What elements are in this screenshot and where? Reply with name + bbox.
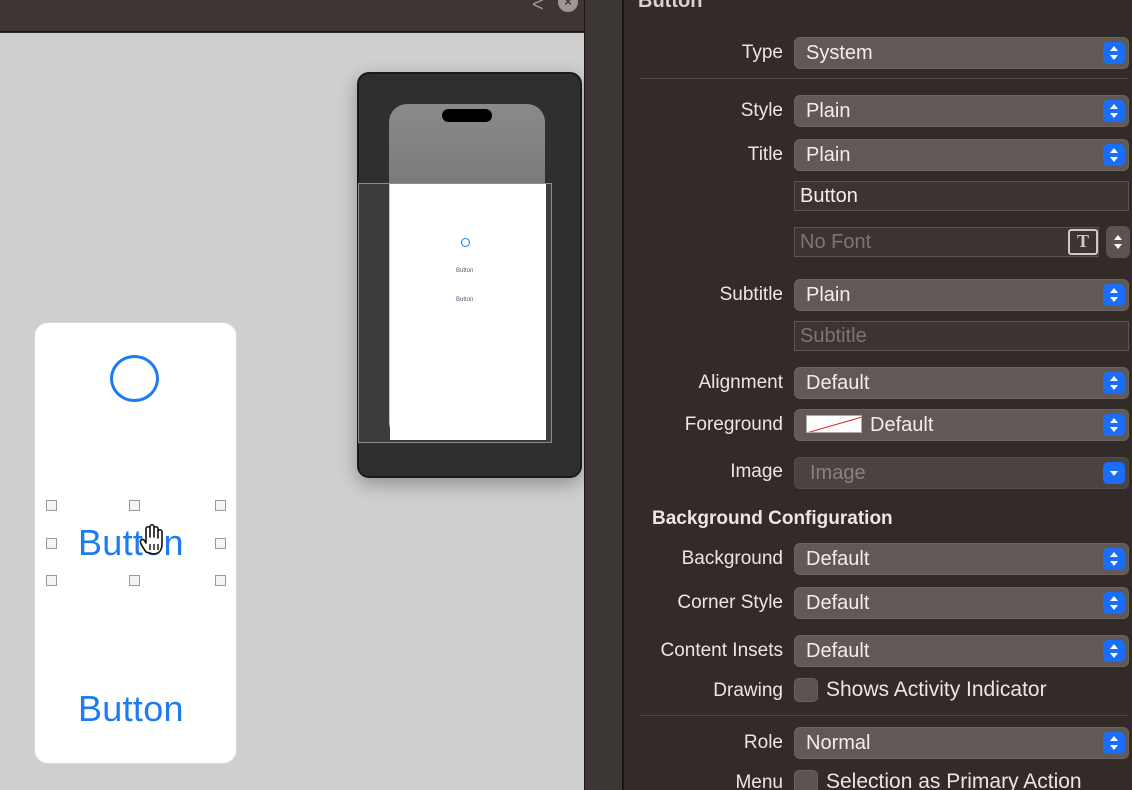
background-value: Default — [806, 548, 870, 570]
chevron-updown-icon — [1103, 592, 1125, 614]
content-insets-value: Default — [806, 640, 870, 662]
stepper-arrows-icon — [1107, 231, 1129, 253]
background-popup[interactable]: Default — [794, 543, 1129, 575]
background-configuration-heading: Background Configuration — [652, 508, 893, 529]
activity-indicator-label: Shows Activity Indicator — [826, 678, 1047, 701]
chevron-updown-icon — [1103, 732, 1125, 754]
image-popup[interactable]: Image — [794, 457, 1129, 489]
content-insets-label: Content Insets — [660, 640, 783, 661]
subtitle-value: Plain — [806, 284, 851, 306]
chevron-updown-icon — [1103, 414, 1125, 436]
resize-handle[interactable] — [215, 538, 226, 549]
content-insets-popup[interactable]: Default — [794, 635, 1129, 667]
subtitle-popup[interactable]: Plain — [794, 279, 1129, 311]
corner-style-label: Corner Style — [677, 592, 783, 613]
second-button[interactable]: Button — [78, 688, 184, 730]
split-divider[interactable] — [584, 0, 622, 790]
activity-indicator-checkbox[interactable] — [794, 678, 818, 702]
resize-handle[interactable] — [46, 500, 57, 511]
subtitle-text-field[interactable]: Subtitle — [794, 321, 1129, 351]
resize-handle[interactable] — [129, 500, 140, 511]
chevron-updown-icon — [1103, 100, 1125, 122]
menu-label: Menu — [735, 772, 783, 790]
chevron-updown-icon — [1103, 640, 1125, 662]
chevron-down-icon — [1103, 462, 1125, 484]
alignment-popup[interactable]: Default — [794, 367, 1129, 399]
selected-button[interactable]: Button — [78, 522, 184, 564]
dynamic-island — [442, 109, 492, 122]
background-label: Background — [681, 548, 783, 569]
resize-handle[interactable] — [46, 538, 57, 549]
foreground-value: Default — [870, 414, 934, 436]
title-label: Title — [747, 144, 783, 165]
alignment-label: Alignment — [698, 372, 784, 393]
corner-style-value: Default — [806, 592, 870, 614]
resize-handle[interactable] — [215, 575, 226, 586]
preview-circle — [461, 238, 470, 247]
separator — [640, 78, 1128, 79]
font-picker-icon[interactable]: T — [1068, 229, 1098, 255]
drawing-label: Drawing — [713, 680, 783, 701]
preview-button-label: Button — [456, 268, 474, 274]
back-chevron-icon[interactable]: < — [527, 0, 549, 15]
separator — [640, 715, 1128, 716]
primary-action-checkbox[interactable] — [794, 770, 818, 790]
inspector-section-title: Button — [638, 0, 703, 12]
hand-cursor-icon — [139, 523, 163, 555]
preview-button-label: Button — [456, 297, 474, 303]
style-label: Style — [740, 100, 783, 121]
type-popup[interactable]: System — [794, 37, 1129, 69]
chevron-updown-icon — [1103, 42, 1125, 64]
role-popup[interactable]: Normal — [794, 727, 1129, 759]
style-popup[interactable]: Plain — [794, 95, 1129, 127]
type-value: System — [806, 42, 873, 64]
style-value: Plain — [806, 100, 851, 122]
preview-viewport[interactable] — [358, 183, 552, 443]
corner-style-popup[interactable]: Default — [794, 587, 1129, 619]
chevron-updown-icon — [1103, 284, 1125, 306]
type-label: Type — [741, 42, 783, 63]
color-swatch — [806, 415, 862, 433]
subtitle-label: Subtitle — [719, 284, 783, 305]
circle-view[interactable] — [110, 355, 159, 402]
font-size-stepper[interactable] — [1106, 226, 1130, 258]
resize-handle[interactable] — [215, 500, 226, 511]
canvas-toolbar: < × > — [0, 0, 604, 32]
resize-handle[interactable] — [46, 575, 57, 586]
title-text-field[interactable]: Button — [794, 181, 1129, 211]
alignment-value: Default — [806, 372, 870, 394]
chevron-updown-icon — [1103, 144, 1125, 166]
title-value: Plain — [806, 144, 851, 166]
foreground-label: Foreground — [684, 414, 783, 435]
chevron-updown-icon — [1103, 548, 1125, 570]
close-icon[interactable]: × — [558, 0, 578, 12]
role-label: Role — [743, 732, 783, 753]
role-value: Normal — [806, 732, 871, 754]
chevron-updown-icon — [1103, 372, 1125, 394]
resize-handle[interactable] — [129, 575, 140, 586]
primary-action-label: Selection as Primary Action — [826, 770, 1082, 790]
image-value: Image — [810, 462, 866, 484]
font-field[interactable]: No Font — [794, 227, 1099, 257]
title-popup[interactable]: Plain — [794, 139, 1129, 171]
image-label: Image — [730, 461, 783, 482]
